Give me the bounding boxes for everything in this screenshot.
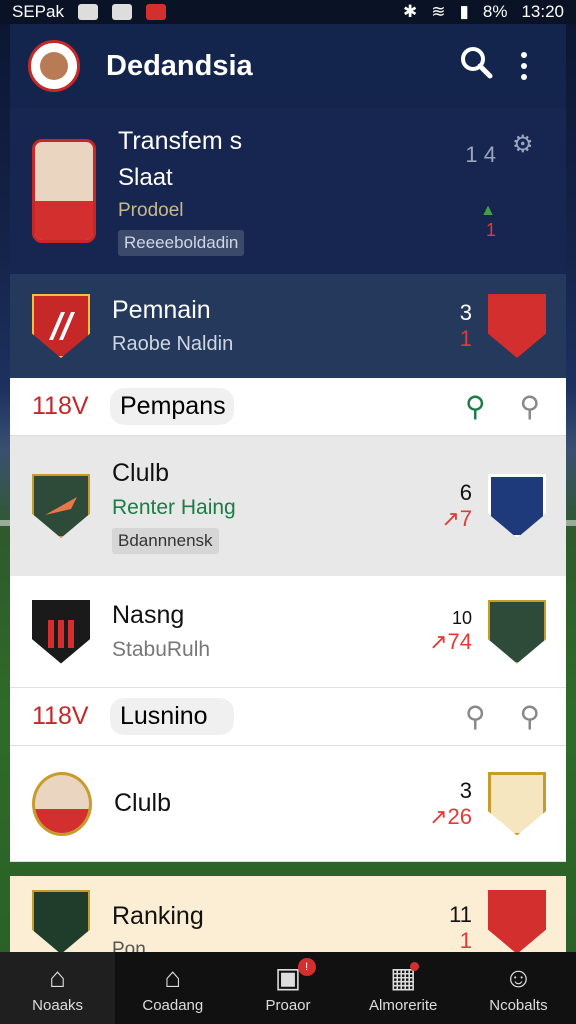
card-title: Clulb xyxy=(112,458,169,487)
card-subtitle: Pon xyxy=(112,939,146,952)
card-title: Nasng xyxy=(112,601,185,629)
user-icon: ☺ xyxy=(504,961,533,993)
club-badge-icon xyxy=(488,599,546,664)
nav-label: Coadang xyxy=(142,996,204,1014)
card-meta: Prodoel xyxy=(118,199,184,221)
section-header: 118V Pempans ⚲ ⚲ xyxy=(10,378,566,436)
nav-item-coadang[interactable]: ⌂ Coadang xyxy=(115,952,230,1024)
list-item[interactable]: Pemnain Raobe Naldin 3 1 xyxy=(10,274,566,378)
nav-item-proaor[interactable]: ▣ ! Proaor xyxy=(230,952,345,1024)
list-item[interactable]: Clulb Renter Haing Bdannnensk 6 ↗7 xyxy=(10,436,566,576)
bluetooth-icon: ✱ xyxy=(403,2,418,21)
trend-up-icon: ▲ xyxy=(480,201,496,219)
notification-icon xyxy=(111,4,132,20)
search-icon[interactable]: ⚲ xyxy=(519,390,540,423)
stat-bottom: 1 xyxy=(485,219,496,240)
section-number: 118V xyxy=(32,702,89,730)
card-title: Clulb xyxy=(114,789,171,817)
card-subtitle: Renter Haing xyxy=(112,495,236,519)
clock: 13:20 xyxy=(521,2,564,21)
stat-bottom: 26 xyxy=(447,803,472,829)
section-header: 118V Lusnino ⚲ ⚲ xyxy=(10,688,566,746)
search-icon[interactable]: ⚲ xyxy=(465,700,486,733)
section-label: Pempans xyxy=(110,388,234,425)
section-label: Lusnino xyxy=(110,698,234,735)
house-icon: ⌂ xyxy=(164,961,182,993)
club-crest-icon xyxy=(32,294,90,358)
notification-icon xyxy=(77,4,98,20)
player-avatar xyxy=(32,139,96,243)
club-badge-icon xyxy=(488,890,546,952)
card-subtitle: Raobe Naldin xyxy=(112,333,234,355)
stat-bottom: 1 xyxy=(459,928,472,952)
notification-icon xyxy=(145,4,166,20)
card-chip: Bdannnensk xyxy=(112,527,219,554)
card-title: Ranking xyxy=(112,902,204,930)
wifi-icon: ≋ xyxy=(431,2,446,21)
status-left-text: SEPak xyxy=(12,2,64,21)
battery-level: 8% xyxy=(482,2,508,21)
more-menu-icon[interactable] xyxy=(500,52,548,80)
nav-label: Almorerite xyxy=(369,996,438,1014)
notification-dot xyxy=(409,962,419,971)
home-icon: ⌂ xyxy=(49,961,67,993)
app-logo[interactable] xyxy=(28,40,80,92)
card-title: Transfem s xyxy=(118,126,243,155)
club-crest-icon xyxy=(32,599,90,664)
app-bar: Dedandsia xyxy=(10,24,566,108)
search-icon[interactable]: ⚲ xyxy=(519,700,540,733)
nav-label: Ncobalts xyxy=(489,996,548,1014)
nav-label: Proaor xyxy=(265,996,311,1014)
stat-top: 11 xyxy=(449,902,472,927)
stat-top: 6 xyxy=(459,480,472,505)
list-item[interactable]: Transfem s Slaat Prodoel Reeeeboldadin 1… xyxy=(10,108,566,274)
nav-item-almorerite[interactable]: ▦ Almorerite xyxy=(346,952,461,1024)
stat-bottom: 74 xyxy=(447,629,472,654)
signal-icon: ▮ xyxy=(459,2,469,21)
bottom-navigation: ⌂ Noaaks ⌂ Coadang ▣ ! Proaor ▦ Almoreri… xyxy=(0,952,576,1024)
card-title: Pemnain xyxy=(112,296,211,324)
stat-top: 3 xyxy=(459,300,472,325)
club-badge-icon xyxy=(488,771,546,836)
trend-arrow-icon: ↗ xyxy=(429,629,448,654)
section-number: 118V xyxy=(32,392,89,420)
trend-arrow-icon: ↗ xyxy=(429,803,448,829)
nav-item-ncobalts[interactable]: ☺ Ncobalts xyxy=(461,952,576,1024)
stat-top: 3 xyxy=(459,777,472,803)
status-bar: SEPak ✱ ≋ ▮ 8% 13:20 xyxy=(0,0,576,24)
search-icon[interactable] xyxy=(452,45,500,87)
stat-top: 10 xyxy=(451,608,472,628)
notification-badge: ! xyxy=(297,958,316,976)
list-item[interactable]: Ranking Pon 11 1 xyxy=(10,876,566,952)
card-subtitle: StabuRulh xyxy=(112,638,211,661)
list-item[interactable]: Clulb 3 ↗26 xyxy=(10,746,566,862)
stat-bottom: 1 xyxy=(459,326,472,351)
player-avatar xyxy=(32,771,92,836)
club-badge-icon xyxy=(488,294,546,358)
card-chip: Reeeeboldadin xyxy=(118,229,245,256)
settings-icon[interactable]: ⚙ xyxy=(512,130,552,159)
page-title: Dedandsia xyxy=(106,49,253,82)
club-badge-icon xyxy=(488,474,546,538)
nav-label: Noaaks xyxy=(32,996,84,1014)
card-subtitle: Slaat xyxy=(118,163,173,191)
club-crest-icon xyxy=(32,474,90,538)
list-item[interactable]: Nasng StabuRulh 10 ↗74 xyxy=(10,576,566,688)
trend-arrow-icon: ↗ xyxy=(441,506,460,531)
stat-bottom: 7 xyxy=(459,506,472,531)
nav-item-home[interactable]: ⌂ Noaaks xyxy=(0,952,116,1024)
stat-top: 1 4 xyxy=(465,141,496,167)
club-crest-icon xyxy=(32,890,90,952)
search-icon[interactable]: ⚲ xyxy=(465,390,486,423)
